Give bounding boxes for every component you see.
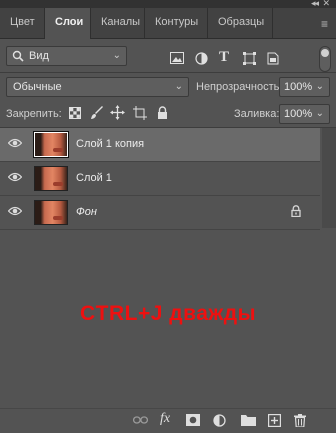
chevron-down-icon: ⌄ [315, 81, 324, 92]
collapse-panel-icon[interactable]: ◂◂ [311, 0, 319, 8]
layer-thumbnail[interactable] [34, 200, 68, 225]
adjustment-filter-icon[interactable] [195, 52, 208, 68]
opacity-input[interactable]: 100% ⌄ [279, 77, 330, 97]
type-filter-icon[interactable]: T [219, 49, 229, 66]
new-layer-icon[interactable] [268, 414, 282, 430]
lock-icon [291, 205, 301, 220]
delete-layer-icon[interactable] [294, 414, 306, 430]
layers-panel: Цвет Слои Каналы Контуры Образцы ≡ Вид ⌄… [0, 8, 336, 433]
search-icon [12, 50, 24, 68]
panel-tab-bar: Цвет Слои Каналы Контуры Образцы ≡ [0, 8, 336, 39]
lock-label: Закрепить: [6, 108, 62, 120]
panel-title-bar: ◂◂ ✕ [0, 0, 336, 8]
overlay-caption: CTRL+J дважды [79, 302, 257, 325]
lock-artboard-icon[interactable] [133, 106, 147, 123]
image-filter-icon[interactable] [170, 52, 184, 67]
link-layers-icon[interactable] [132, 414, 149, 428]
blend-mode-value: Обычные [13, 81, 62, 93]
chevron-down-icon: ⌄ [112, 50, 121, 61]
chevron-down-icon: ⌄ [315, 108, 324, 119]
new-group-icon[interactable] [241, 414, 256, 429]
lock-transparent-pixels-icon[interactable] [69, 107, 81, 122]
layer-name[interactable]: Слой 1 копия [76, 138, 144, 150]
fill-label: Заливка: [234, 108, 280, 120]
tab-layers[interactable]: Слои [45, 8, 91, 39]
lock-image-pixels-icon[interactable] [90, 106, 104, 123]
eye-icon[interactable] [8, 206, 24, 220]
adjustment-layer-icon[interactable] [213, 414, 226, 430]
lock-all-icon[interactable] [157, 106, 168, 122]
smart-object-filter-icon[interactable] [267, 52, 279, 68]
layer-thumbnail[interactable] [34, 166, 68, 191]
opacity-label: Непрозрачность: [196, 81, 283, 93]
eye-icon[interactable] [8, 138, 24, 152]
tab-color[interactable]: Цвет [0, 8, 45, 38]
filter-kind-select[interactable]: Вид ⌄ [6, 46, 127, 66]
layer-name[interactable]: Слой 1 [76, 172, 112, 184]
opacity-value: 100% [284, 81, 313, 93]
layer-name[interactable]: Фон [76, 206, 97, 218]
close-panel-icon[interactable]: ✕ [322, 0, 330, 8]
fill-value: 100% [284, 108, 313, 120]
layer-thumbnail[interactable] [33, 131, 69, 158]
layer-row-layer1[interactable]: Слой 1 [0, 162, 320, 196]
blend-mode-select[interactable]: Обычные ⌄ [6, 77, 189, 97]
bottom-toolbar: fx [0, 408, 336, 433]
layer-row-background[interactable]: Фон [0, 196, 320, 230]
layers-scrollbar[interactable] [322, 128, 336, 228]
filter-toggle-switch[interactable] [319, 46, 331, 72]
fx-icon[interactable]: fx [160, 412, 170, 426]
tab-channels[interactable]: Каналы [91, 8, 145, 38]
chevron-down-icon: ⌄ [174, 81, 183, 92]
shape-filter-icon[interactable] [243, 52, 256, 68]
lock-position-icon[interactable] [110, 105, 125, 123]
layer-row-copy[interactable]: Слой 1 копия [0, 128, 320, 162]
panel-menu-icon[interactable]: ≡ [321, 18, 328, 30]
tab-swatches[interactable]: Образцы [208, 8, 273, 38]
filter-kind-value: Вид [29, 50, 49, 62]
fill-input[interactable]: 100% ⌄ [279, 104, 330, 124]
divider [0, 72, 336, 73]
add-mask-icon[interactable] [186, 414, 200, 429]
eye-icon[interactable] [8, 172, 24, 186]
tab-paths[interactable]: Контуры [145, 8, 208, 38]
